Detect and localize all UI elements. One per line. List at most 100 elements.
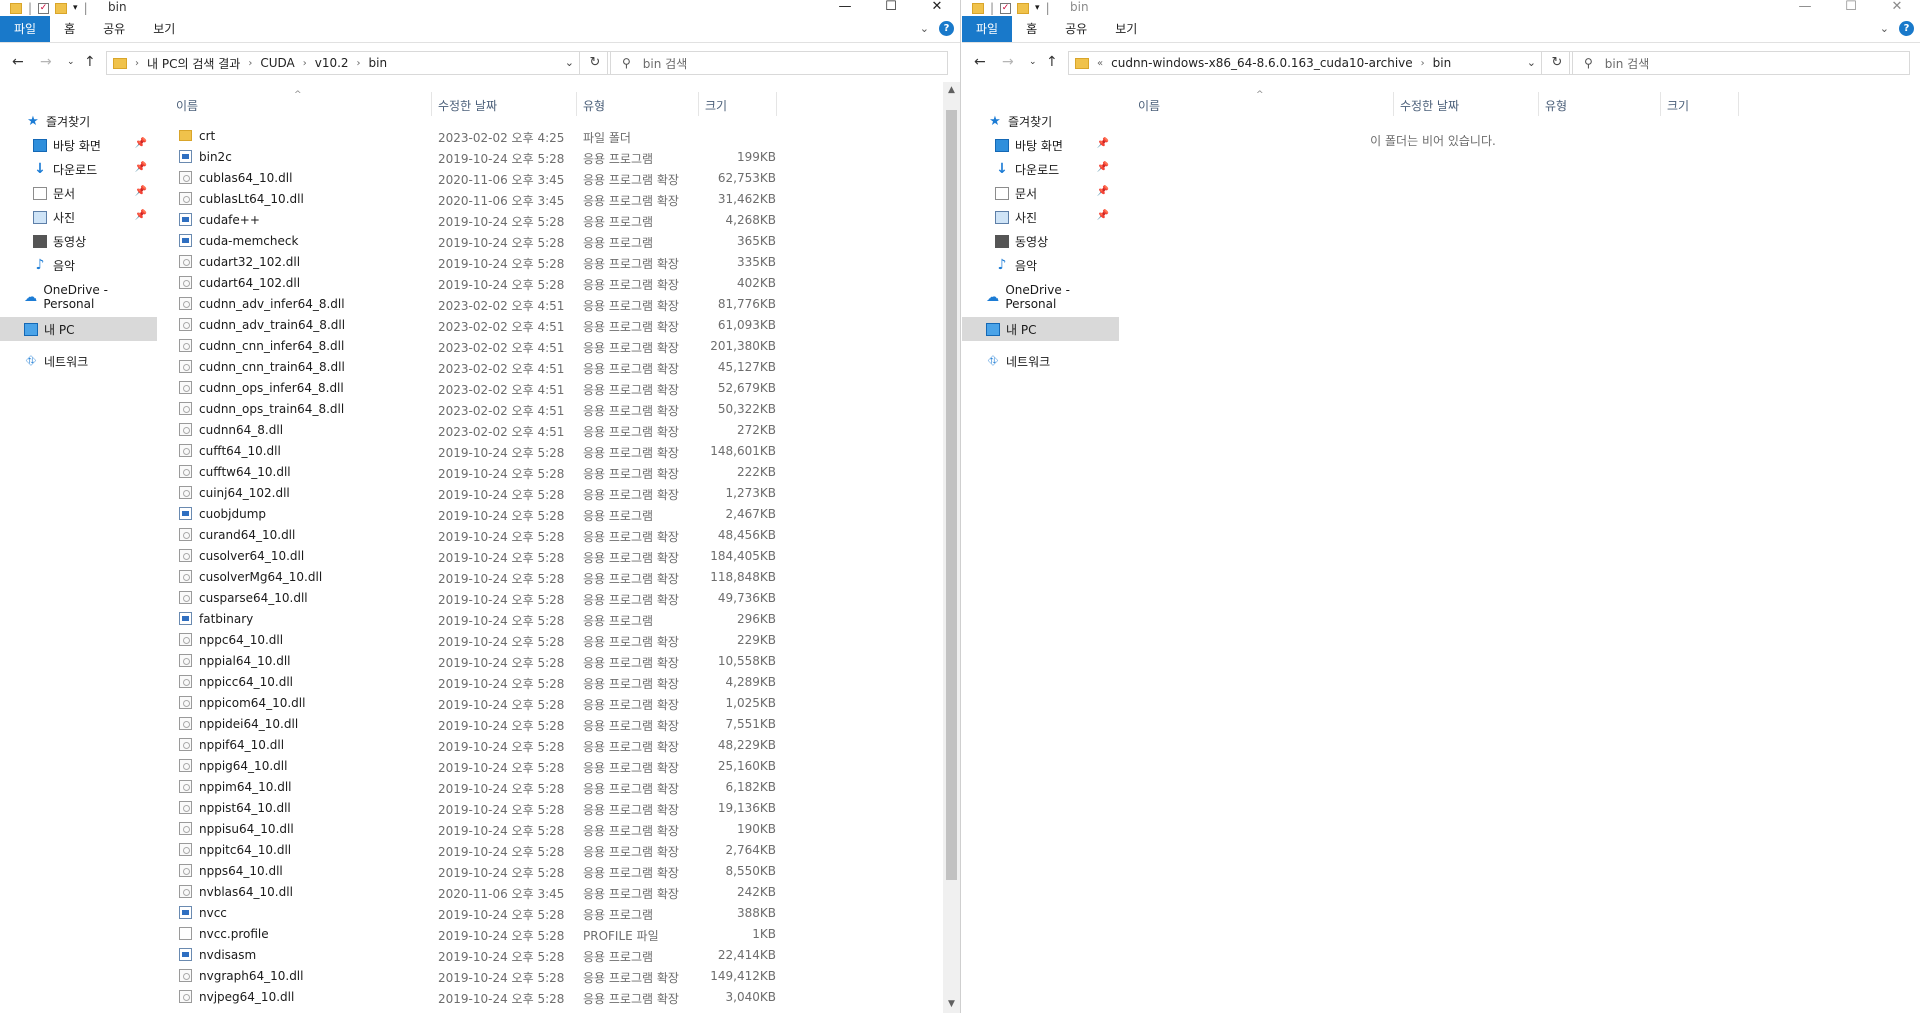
file-row[interactable]: cudart64_102.dll 2019-10-24 오후 5:28 응용 프로그… xyxy=(166,272,776,293)
file-row[interactable]: nvcc 2019-10-24 오후 5:28 응용 프로그램 388KB xyxy=(166,902,776,923)
address-dropdown-icon[interactable]: ⌄ xyxy=(1527,56,1536,69)
minimize-button[interactable]: — xyxy=(822,0,868,16)
file-row[interactable]: cudnn_cnn_train64_8.dll 2023-02-02 오후 4:5… xyxy=(166,356,776,377)
recent-locations-button[interactable]: ⌄ xyxy=(67,57,75,67)
file-row[interactable]: nppif64_10.dll 2019-10-24 오후 5:28 응용 프로그램 … xyxy=(166,734,776,755)
tab-home[interactable]: 홈 xyxy=(50,18,89,42)
nav-network[interactable]: ⛗ 네트워크 xyxy=(0,349,157,373)
file-row[interactable]: cudnn_ops_infer64_8.dll 2023-02-02 오후 4:5… xyxy=(166,377,776,398)
breadcrumb-item[interactable]: v10.2 xyxy=(315,56,349,70)
vertical-scrollbar[interactable]: ▲ ▼ xyxy=(943,82,960,1013)
file-row[interactable]: cudart32_102.dll 2019-10-24 오후 5:28 응용 프로그… xyxy=(166,251,776,272)
file-row[interactable]: nvjpeg64_10.dll 2019-10-24 오후 5:28 응용 프로그램… xyxy=(166,986,776,1007)
back-button[interactable]: ← xyxy=(12,54,24,70)
address-bar[interactable]: › 내 PC의 검색 결과 › CUDA › v10.2 › bin ⌄ ↻ xyxy=(106,51,611,75)
breadcrumb-item[interactable]: CUDA xyxy=(260,56,294,70)
column-header-size[interactable]: 크기 xyxy=(1667,97,1689,114)
file-row[interactable]: nvcc.profile 2019-10-24 오후 5:28 PROFILE 파일… xyxy=(166,923,776,944)
file-row[interactable]: cudnn_ops_train64_8.dll 2023-02-02 오후 4:5… xyxy=(166,398,776,419)
column-header-date[interactable]: 수정한 날짜 xyxy=(438,97,497,114)
file-row[interactable]: cusolver64_10.dll 2019-10-24 오후 5:28 응용 프로… xyxy=(166,545,776,566)
scrollbar-thumb[interactable] xyxy=(946,110,957,880)
expand-ribbon-icon[interactable]: ⌄ xyxy=(920,22,929,35)
scroll-up-icon[interactable]: ▲ xyxy=(943,82,960,99)
file-row[interactable]: cudnn_cnn_infer64_8.dll 2023-02-02 오후 4:5… xyxy=(166,335,776,356)
search-box[interactable]: ⚲ bin 검색 xyxy=(607,51,948,75)
file-row[interactable]: bin2c 2019-10-24 오후 5:28 응용 프로그램 199KB xyxy=(166,146,776,167)
scroll-down-icon[interactable]: ▼ xyxy=(943,996,960,1013)
up-button[interactable]: ↑ xyxy=(84,54,96,70)
tab-file[interactable]: 파일 xyxy=(0,16,51,42)
file-row[interactable]: nppc64_10.dll 2019-10-24 오후 5:28 응용 프로그램 확… xyxy=(166,629,776,650)
tab-file[interactable]: 파일 xyxy=(962,16,1013,42)
file-row[interactable]: cuobjdump 2019-10-24 오후 5:28 응용 프로그램 2,467K… xyxy=(166,503,776,524)
column-header-name[interactable]: 이름 xyxy=(1138,97,1160,114)
nav-desktop[interactable]: 바탕 화면 📌 xyxy=(962,133,1119,157)
file-row[interactable]: cuinj64_102.dll 2019-10-24 오후 5:28 응용 프로그램… xyxy=(166,482,776,503)
file-row[interactable]: nppim64_10.dll 2019-10-24 오후 5:28 응용 프로그램 … xyxy=(166,776,776,797)
up-button[interactable]: ↑ xyxy=(1046,54,1058,70)
close-button[interactable]: ✕ xyxy=(1874,0,1920,16)
address-bar[interactable]: « cudnn-windows-x86_64-8.6.0.163_cuda10-… xyxy=(1068,51,1573,75)
file-row[interactable]: cudafe++ 2019-10-24 오후 5:28 응용 프로그램 4,268KB xyxy=(166,209,776,230)
file-row[interactable]: nppist64_10.dll 2019-10-24 오후 5:28 응용 프로그램… xyxy=(166,797,776,818)
file-row[interactable]: cufft64_10.dll 2019-10-24 오후 5:28 응용 프로그램 … xyxy=(166,440,776,461)
column-header-name[interactable]: 이름 xyxy=(176,97,198,114)
nav-videos[interactable]: 동영상 xyxy=(962,229,1119,253)
breadcrumb-overflow-icon[interactable]: « xyxy=(1097,58,1103,69)
column-header-size[interactable]: 크기 xyxy=(705,97,727,114)
file-row[interactable]: cublasLt64_10.dll 2020-11-06 오후 3:45 응용 프로… xyxy=(166,188,776,209)
nav-onedrive[interactable]: ☁ OneDrive - Personal xyxy=(0,283,157,311)
help-icon[interactable]: ? xyxy=(1899,21,1914,36)
tab-home[interactable]: 홈 xyxy=(1012,18,1051,42)
nav-documents[interactable]: 문서 📌 xyxy=(962,181,1119,205)
nav-quick-access[interactable]: ★ 즐겨찾기 xyxy=(962,109,1119,133)
search-box[interactable]: ⚲ bin 검색 xyxy=(1569,51,1910,75)
file-row[interactable]: cusolverMg64_10.dll 2019-10-24 오후 5:28 응용 … xyxy=(166,566,776,587)
refresh-button[interactable]: ↻ xyxy=(579,52,610,74)
new-folder-icon[interactable] xyxy=(55,2,68,14)
file-row[interactable]: nvgraph64_10.dll 2019-10-24 오후 5:28 응용 프로그… xyxy=(166,965,776,986)
chevron-down-icon[interactable]: ▾ xyxy=(1035,3,1040,13)
file-row[interactable]: nppicc64_10.dll 2019-10-24 오후 5:28 응용 프로그램… xyxy=(166,671,776,692)
column-header-type[interactable]: 유형 xyxy=(583,97,605,114)
nav-onedrive[interactable]: ☁ OneDrive - Personal xyxy=(962,283,1119,311)
tab-share[interactable]: 공유 xyxy=(1051,18,1101,42)
nav-downloads[interactable]: ↓ 다운로드 📌 xyxy=(0,157,157,181)
breadcrumb-item[interactable]: bin xyxy=(1433,56,1452,70)
nav-downloads[interactable]: ↓ 다운로드 📌 xyxy=(962,157,1119,181)
file-row[interactable]: nvblas64_10.dll 2020-11-06 오후 3:45 응용 프로그램… xyxy=(166,881,776,902)
file-row[interactable]: cublas64_10.dll 2020-11-06 오후 3:45 응용 프로그램… xyxy=(166,167,776,188)
file-row[interactable]: nppicom64_10.dll 2019-10-24 오후 5:28 응용 프로그… xyxy=(166,692,776,713)
file-row[interactable]: cudnn64_8.dll 2023-02-02 오후 4:51 응용 프로그램 확… xyxy=(166,419,776,440)
help-icon[interactable]: ? xyxy=(939,21,954,36)
breadcrumb-item[interactable]: bin xyxy=(369,56,388,70)
file-row[interactable]: cufftw64_10.dll 2019-10-24 오후 5:28 응용 프로그램… xyxy=(166,461,776,482)
close-button[interactable]: ✕ xyxy=(914,0,960,16)
expand-ribbon-icon[interactable]: ⌄ xyxy=(1880,22,1889,35)
file-row[interactable]: nppidei64_10.dll 2019-10-24 오후 5:28 응용 프로그… xyxy=(166,713,776,734)
file-row[interactable]: cuda-memcheck 2019-10-24 오후 5:28 응용 프로그램 36… xyxy=(166,230,776,251)
back-button[interactable]: ← xyxy=(974,54,986,70)
column-header-date[interactable]: 수정한 날짜 xyxy=(1400,97,1459,114)
file-row[interactable]: nppitc64_10.dll 2019-10-24 오후 5:28 응용 프로그램… xyxy=(166,839,776,860)
file-row[interactable]: nppisu64_10.dll 2019-10-24 오후 5:28 응용 프로그램… xyxy=(166,818,776,839)
file-row[interactable]: npps64_10.dll 2019-10-24 오후 5:28 응용 프로그램 확… xyxy=(166,860,776,881)
minimize-button[interactable]: — xyxy=(1782,0,1828,16)
nav-this-pc[interactable]: 내 PC xyxy=(962,317,1119,341)
file-row[interactable]: crt 2023-02-02 오후 4:25 파일 폴더 xyxy=(166,125,776,146)
properties-icon[interactable]: ✓ xyxy=(38,2,50,14)
new-folder-icon[interactable] xyxy=(1017,2,1030,14)
nav-quick-access[interactable]: ★ 즐겨찾기 xyxy=(0,109,157,133)
column-header-type[interactable]: 유형 xyxy=(1545,97,1567,114)
nav-network[interactable]: ⛗ 네트워크 xyxy=(962,349,1119,373)
file-row[interactable]: cudnn_adv_infer64_8.dll 2023-02-02 오후 4:5… xyxy=(166,293,776,314)
tab-view[interactable]: 보기 xyxy=(139,18,189,42)
forward-button[interactable]: → xyxy=(1002,54,1014,70)
tab-view[interactable]: 보기 xyxy=(1101,18,1151,42)
address-dropdown-icon[interactable]: ⌄ xyxy=(565,56,574,69)
nav-pictures[interactable]: 사진 📌 xyxy=(962,205,1119,229)
breadcrumb-item[interactable]: cudnn-windows-x86_64-8.6.0.163_cuda10-ar… xyxy=(1111,56,1413,70)
nav-pictures[interactable]: 사진 📌 xyxy=(0,205,157,229)
maximize-button[interactable]: ☐ xyxy=(1828,0,1874,16)
